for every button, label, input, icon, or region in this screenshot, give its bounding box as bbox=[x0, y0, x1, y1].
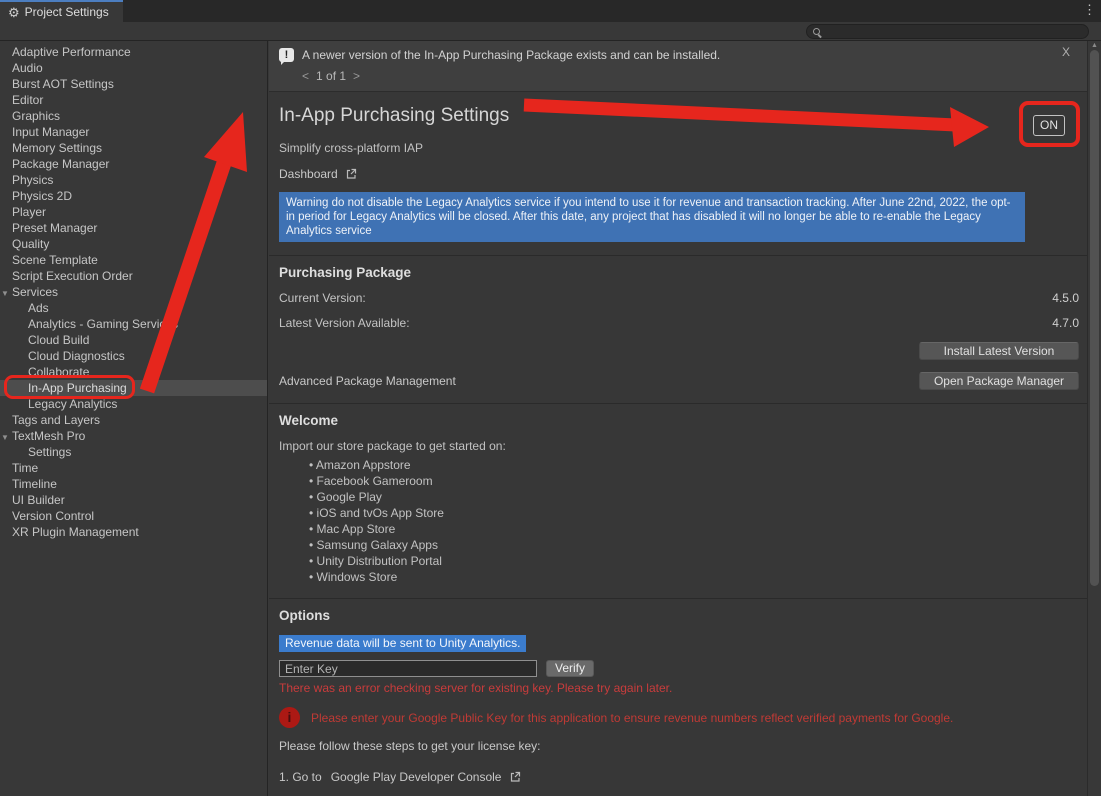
sidebar-item-adaptive-performance[interactable]: Adaptive Performance bbox=[0, 44, 267, 60]
pager-next-button[interactable]: > bbox=[353, 69, 360, 83]
current-version-label: Current Version: bbox=[279, 291, 366, 305]
revenue-note-badge: Revenue data will be sent to Unity Analy… bbox=[279, 635, 526, 652]
sidebar-item-time[interactable]: Time bbox=[0, 460, 267, 476]
tab-project-settings[interactable]: ⚙ Project Settings bbox=[0, 0, 123, 22]
sidebar-item-in-app-purchasing[interactable]: In-App Purchasing bbox=[0, 380, 267, 396]
sidebar-item-editor[interactable]: Editor bbox=[0, 92, 267, 108]
sidebar-item-input-manager[interactable]: Input Manager bbox=[0, 124, 267, 140]
external-link-icon bbox=[345, 168, 357, 180]
sidebar-item-textmesh-pro[interactable]: ▼ TextMesh Pro bbox=[0, 428, 267, 444]
sidebar-item-ads[interactable]: Ads bbox=[0, 300, 267, 316]
sidebar-item-script-execution-order[interactable]: Script Execution Order bbox=[0, 268, 267, 284]
section-divider bbox=[269, 255, 1087, 256]
store-list-item: Amazon Appstore bbox=[309, 457, 1079, 473]
settings-sidebar: Adaptive Performance Audio Burst AOT Set… bbox=[0, 41, 268, 796]
welcome-intro: Import our store package to get started … bbox=[279, 439, 1079, 453]
sidebar-item-preset-manager[interactable]: Preset Manager bbox=[0, 220, 267, 236]
dashboard-link[interactable]: Dashboard bbox=[279, 167, 1079, 181]
section-divider bbox=[269, 598, 1087, 599]
search-icon bbox=[813, 28, 820, 35]
info-icon: i bbox=[279, 707, 300, 728]
server-error-text: There was an error checking server for e… bbox=[279, 681, 1079, 695]
pager-prev-button[interactable]: < bbox=[302, 69, 309, 83]
store-list-item: Google Play bbox=[309, 489, 1079, 505]
search-box[interactable] bbox=[806, 24, 1089, 39]
latest-version-label: Latest Version Available: bbox=[279, 316, 410, 330]
google-key-warning: Please enter your Google Public Key for … bbox=[311, 711, 953, 725]
dashboard-label: Dashboard bbox=[279, 167, 338, 181]
google-play-console-link[interactable]: Google Play Developer Console bbox=[331, 770, 502, 784]
sidebar-item-package-manager[interactable]: Package Manager bbox=[0, 156, 267, 172]
sidebar-item-label: TextMesh Pro bbox=[12, 429, 85, 443]
banner-pager: < 1 of 1 > bbox=[302, 69, 1077, 83]
sidebar-item-collaborate[interactable]: Collaborate bbox=[0, 364, 267, 380]
sidebar-item-services[interactable]: ▼ Services bbox=[0, 284, 267, 300]
advanced-package-management-label: Advanced Package Management bbox=[279, 374, 456, 388]
section-divider bbox=[269, 403, 1087, 404]
page-subtitle: Simplify cross-platform IAP bbox=[279, 141, 1079, 155]
sidebar-item-burst-aot-settings[interactable]: Burst AOT Settings bbox=[0, 76, 267, 92]
store-list-item: Mac App Store bbox=[309, 521, 1079, 537]
store-list-item: Facebook Gameroom bbox=[309, 473, 1079, 489]
sidebar-item-label: Services bbox=[12, 285, 58, 299]
legacy-analytics-warning: Warning do not disable the Legacy Analyt… bbox=[279, 192, 1025, 242]
sidebar-item-scene-template[interactable]: Scene Template bbox=[0, 252, 267, 268]
verify-button[interactable]: Verify bbox=[546, 660, 594, 677]
sidebar-item-physics[interactable]: Physics bbox=[0, 172, 267, 188]
sidebar-item-legacy-analytics[interactable]: Legacy Analytics bbox=[0, 396, 267, 412]
sidebar-item-analytics-gaming-services[interactable]: Analytics - Gaming Services bbox=[0, 316, 267, 332]
settings-content: In-App Purchasing Settings Simplify cros… bbox=[269, 92, 1087, 796]
alert-bubble-icon: ! bbox=[279, 48, 294, 62]
store-list-item: Unity Distribution Portal bbox=[309, 553, 1079, 569]
store-list-item: iOS and tvOs App Store bbox=[309, 505, 1079, 521]
sidebar-item-player[interactable]: Player bbox=[0, 204, 267, 220]
current-version-value: 4.5.0 bbox=[1052, 291, 1079, 305]
main-panel: ! A newer version of the In-App Purchasi… bbox=[269, 41, 1087, 796]
sidebar-item-textmesh-settings[interactable]: Settings bbox=[0, 444, 267, 460]
sidebar-item-version-control[interactable]: Version Control bbox=[0, 508, 267, 524]
kebab-menu-icon[interactable]: ⋮ bbox=[1083, 2, 1096, 18]
options-heading: Options bbox=[279, 608, 1079, 623]
sidebar-item-memory-settings[interactable]: Memory Settings bbox=[0, 140, 267, 156]
store-list-item: Windows Store bbox=[309, 569, 1079, 585]
latest-version-value: 4.7.0 bbox=[1052, 316, 1079, 330]
purchasing-package-heading: Purchasing Package bbox=[279, 265, 1079, 280]
search-input[interactable] bbox=[820, 26, 1082, 38]
sidebar-item-timeline[interactable]: Timeline bbox=[0, 476, 267, 492]
sidebar-item-cloud-diagnostics[interactable]: Cloud Diagnostics bbox=[0, 348, 267, 364]
project-settings-window: ⚙ Project Settings ⋮ Adaptive Performanc… bbox=[0, 0, 1101, 796]
open-package-manager-button[interactable]: Open Package Manager bbox=[919, 372, 1079, 390]
step-1: 1. Go to Google Play Developer Console bbox=[279, 770, 1079, 784]
external-link-icon bbox=[509, 771, 521, 783]
sidebar-item-physics-2d[interactable]: Physics 2D bbox=[0, 188, 267, 204]
step-1-prefix: 1. Go to bbox=[279, 770, 322, 784]
page-title: In-App Purchasing Settings bbox=[279, 105, 1079, 127]
sidebar-item-graphics[interactable]: Graphics bbox=[0, 108, 267, 124]
scroll-up-arrow-icon[interactable]: ▲ bbox=[1091, 42, 1098, 49]
sidebar-item-ui-builder[interactable]: UI Builder bbox=[0, 492, 267, 508]
close-icon[interactable]: X bbox=[1062, 45, 1070, 59]
sidebar-item-quality[interactable]: Quality bbox=[0, 236, 267, 252]
pager-label: 1 of 1 bbox=[316, 69, 346, 83]
sidebar-item-audio[interactable]: Audio bbox=[0, 60, 267, 76]
banner-message: A newer version of the In-App Purchasing… bbox=[302, 48, 720, 62]
update-notification-banner: ! A newer version of the In-App Purchasi… bbox=[269, 41, 1087, 92]
vertical-scrollbar: ▲ bbox=[1087, 41, 1101, 796]
store-list-item: Samsung Galaxy Apps bbox=[309, 537, 1079, 553]
welcome-heading: Welcome bbox=[279, 413, 1079, 428]
tab-title: Project Settings bbox=[25, 5, 109, 19]
gear-icon: ⚙ bbox=[8, 6, 20, 19]
steps-intro: Please follow these steps to get your li… bbox=[279, 739, 1079, 753]
scrollbar-thumb[interactable] bbox=[1090, 50, 1099, 586]
toolbar bbox=[0, 22, 1101, 41]
sidebar-item-tags-and-layers[interactable]: Tags and Layers bbox=[0, 412, 267, 428]
install-latest-version-button[interactable]: Install Latest Version bbox=[919, 342, 1079, 360]
iap-on-toggle-button[interactable]: ON bbox=[1033, 115, 1065, 136]
sidebar-item-xr-plugin-management[interactable]: XR Plugin Management bbox=[0, 524, 267, 540]
tab-bar: ⚙ Project Settings ⋮ bbox=[0, 0, 1101, 22]
google-public-key-input[interactable] bbox=[279, 660, 537, 677]
sidebar-item-cloud-build[interactable]: Cloud Build bbox=[0, 332, 267, 348]
store-list: Amazon Appstore Facebook Gameroom Google… bbox=[309, 457, 1079, 585]
